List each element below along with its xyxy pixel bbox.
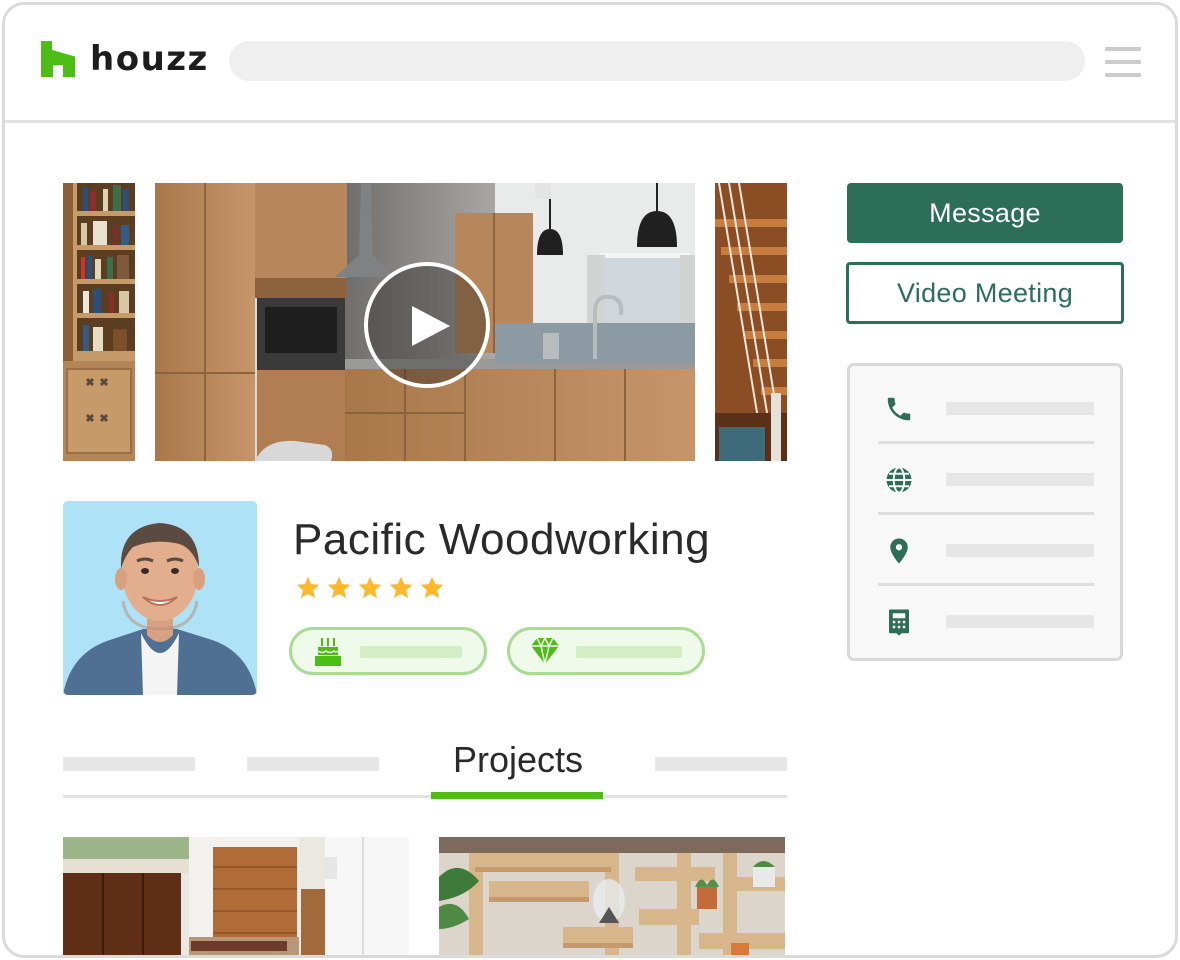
play-icon[interactable]: [364, 262, 490, 388]
message-button[interactable]: Message: [847, 183, 1123, 243]
star-icon: [420, 576, 444, 599]
tab-projects[interactable]: Projects: [433, 739, 603, 781]
contact-row-website[interactable]: [850, 437, 1120, 509]
page-title: Pacific Woodworking: [293, 515, 711, 564]
houzz-logo-icon: [41, 41, 75, 77]
video-meeting-button[interactable]: Video Meeting: [846, 262, 1124, 324]
logo-wordmark: houzz: [90, 39, 209, 79]
star-icon: [389, 576, 413, 599]
contact-row-phone[interactable]: [850, 366, 1120, 438]
project-thumbnail-shelves[interactable]: [439, 837, 785, 955]
search-input[interactable]: [229, 41, 1085, 81]
star-icon: [296, 576, 320, 599]
tab-placeholder[interactable]: [247, 757, 379, 771]
avatar: [63, 501, 257, 695]
calculator-icon: [889, 609, 909, 636]
location-pin-icon: [890, 538, 908, 564]
tab-placeholder[interactable]: [655, 757, 787, 771]
carousel-photo-staircase[interactable]: [715, 183, 787, 461]
phone-icon: [887, 397, 911, 421]
tab-divider: [63, 795, 787, 798]
star-rating: [295, 575, 445, 601]
hamburger-icon[interactable]: [1105, 47, 1141, 77]
globe-icon: [886, 466, 912, 494]
diamond-icon: [531, 637, 559, 665]
project-thumbnail-entryway[interactable]: [63, 837, 409, 955]
contact-info-card: [847, 363, 1123, 661]
cake-icon: [315, 638, 341, 666]
active-tab-indicator: [431, 792, 603, 799]
contact-row-cost-estimate[interactable]: [850, 579, 1120, 651]
star-icon: [358, 576, 382, 599]
app-window: houzz Pacific Woodworking Projects Messa…: [2, 2, 1178, 958]
carousel-photo-bookshelf[interactable]: [63, 183, 135, 461]
contact-row-address[interactable]: [850, 508, 1120, 580]
tab-placeholder[interactable]: [63, 757, 195, 771]
badge-years-in-business: [289, 627, 487, 675]
houzz-logo[interactable]: houzz: [41, 41, 209, 77]
top-bar: houzz: [5, 5, 1175, 123]
badge-best-of-houzz: [507, 627, 705, 675]
star-icon: [327, 576, 351, 599]
